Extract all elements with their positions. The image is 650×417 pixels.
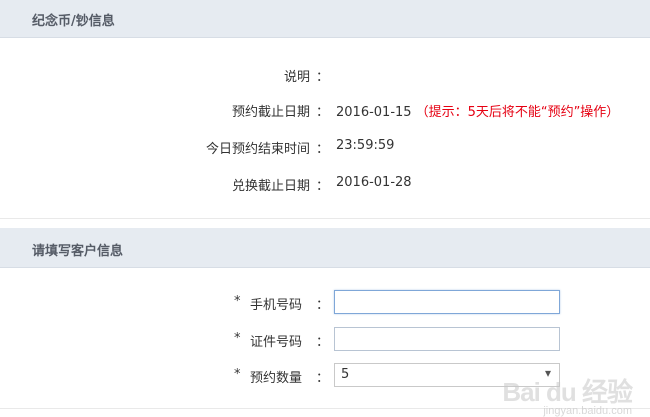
reservation-deadline-label: 预约截止日期 <box>231 105 310 120</box>
form-row-id-number: * 证件号码 ： <box>0 327 650 353</box>
colon: ： <box>316 371 330 386</box>
colon: ： <box>316 142 330 157</box>
coin-info-title: 纪念币/钞信息 <box>32 14 115 29</box>
colon: ： <box>316 298 330 313</box>
info-row-exchange-deadline: 兑换截止日期 ： 2016-01-28 <box>0 175 650 197</box>
watermark-brand: Bai du 经验 <box>502 377 633 407</box>
reservation-deadline-value: 2016-01-15 （提示：5天后将不能“预约”操作） <box>336 101 619 120</box>
colon: ： <box>316 105 330 120</box>
quantity-label: 预约数量 <box>250 371 303 386</box>
info-row-description: 说明 ： <box>0 66 650 88</box>
section-divider <box>0 218 650 219</box>
info-row-reservation-deadline: 预约截止日期 ： 2016-01-15 （提示：5天后将不能“预约”操作） <box>0 101 650 123</box>
id-number-label: 证件号码 <box>250 335 303 350</box>
reservation-deadline-date: 2016-01-15 <box>336 105 412 120</box>
info-row-today-end-time: 今日预约结束时间 ： 23:59:59 <box>0 138 650 160</box>
exchange-deadline-label: 兑换截止日期 <box>231 179 310 194</box>
form-row-phone: * 手机号码 ： <box>0 290 650 316</box>
customer-info-title: 请填写客户信息 <box>32 244 124 259</box>
customer-info-header: 请填写客户信息 <box>0 228 650 268</box>
description-label: 说明 <box>283 70 310 85</box>
phone-input[interactable] <box>334 290 560 314</box>
reservation-deadline-note: （提示：5天后将不能“预约”操作） <box>415 105 620 120</box>
watermark-url: jingyan.baidu.com <box>543 405 632 417</box>
quantity-value: 5 <box>341 367 350 382</box>
required-mark: * <box>234 331 241 346</box>
today-end-time-label: 今日预约结束时间 <box>205 142 310 157</box>
colon: ： <box>316 179 330 194</box>
coin-info-header: 纪念币/钞信息 <box>0 0 650 38</box>
watermark: Bai du 经验 jingyan.baidu.com <box>502 372 633 417</box>
today-end-time-value: 23:59:59 <box>336 138 395 153</box>
colon: ： <box>316 335 330 350</box>
exchange-deadline-value: 2016-01-28 <box>336 175 412 190</box>
id-number-input[interactable] <box>334 327 560 351</box>
phone-label: 手机号码 <box>250 298 303 313</box>
required-mark: * <box>234 367 241 382</box>
colon: ： <box>316 70 330 85</box>
required-mark: * <box>234 294 241 309</box>
